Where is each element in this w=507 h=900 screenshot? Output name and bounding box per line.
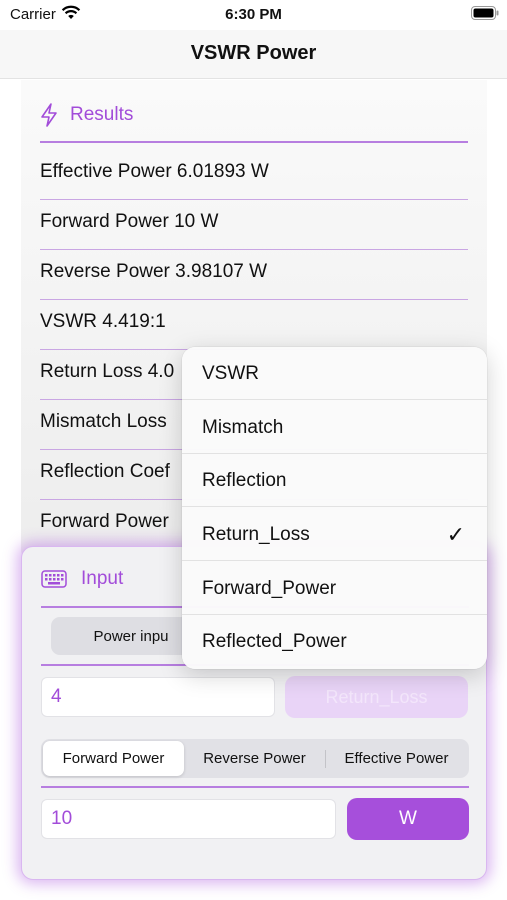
results-title: Results [70,104,134,125]
mode-dropdown-menu: VSWR Mismatch Reflection Return_Loss ✓ F… [182,347,487,669]
result-forward-power: Forward Power 10 W [40,211,219,232]
result-reverse-power: Reverse Power 3.98107 W [40,261,268,282]
input-divider-3 [41,786,469,788]
result-vswr: VSWR 4.419:1 [40,311,166,332]
menu-item-mismatch[interactable]: Mismatch [182,401,487,454]
menu-item-label: VSWR [202,363,259,384]
menu-item-reflection[interactable]: Reflection [182,454,487,507]
page-title: VSWR Power [190,42,317,64]
menu-item-vswr[interactable]: VSWR [182,347,487,400]
menu-item-label: Return_Loss [202,524,310,545]
navigation-bar: VSWR Power [0,30,507,79]
battery-icon [471,6,499,20]
checkmark-icon: ✓ [446,522,465,547]
power-type-segmented-control: Forward Power Reverse Power Effective Po… [41,739,469,778]
result-effective-power: Effective Power 6.01893 W [40,161,269,182]
segment-reverse-power[interactable]: Reverse Power [184,741,325,776]
power-value-input[interactable]: 10 [41,799,336,839]
input-title: Input [81,568,124,589]
unit-button[interactable]: W [347,798,469,840]
segment-effective-power[interactable]: Effective Power [326,741,467,776]
menu-item-forward-power[interactable]: Forward_Power [182,562,487,615]
keyboard-icon [41,570,67,588]
mode-select-button[interactable]: Return_Loss [285,676,468,718]
results-divider [40,141,468,143]
results-header: Results [40,100,133,130]
menu-item-label: Reflected_Power [202,631,347,652]
menu-item-return-loss[interactable]: Return_Loss ✓ [182,508,487,561]
menu-item-reflected-power[interactable]: Reflected_Power [182,615,487,668]
menu-item-label: Mismatch [202,417,284,438]
status-bar: Carrier 6:30 PM [0,0,507,30]
menu-item-label: Reflection [202,470,287,491]
value-input[interactable]: 4 [41,677,275,717]
segment-forward-power[interactable]: Forward Power [43,741,184,776]
bolt-icon [41,103,57,127]
menu-item-label: Forward_Power [202,578,337,599]
status-time: 6:30 PM [225,6,282,23]
input-header: Input [41,565,123,593]
